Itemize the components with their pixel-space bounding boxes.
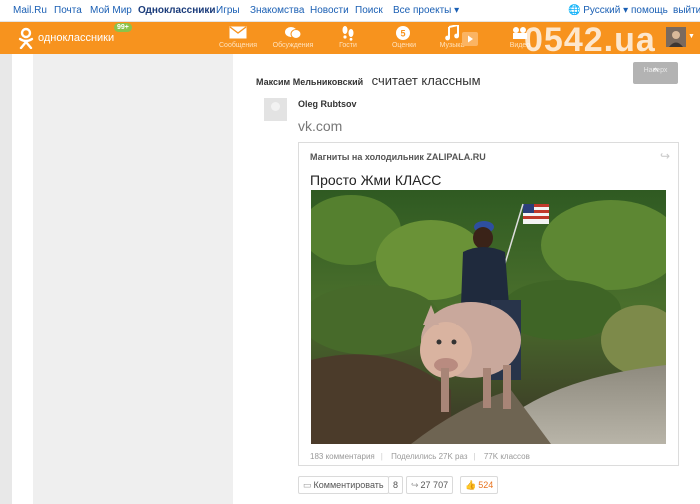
- watermark: 0542.ua: [524, 21, 656, 59]
- left-gutter: [0, 54, 12, 504]
- nav-ratings[interactable]: 5 Оценки: [381, 24, 427, 49]
- comment-count-badge[interactable]: 8: [388, 476, 404, 494]
- nav-discussions[interactable]: Обсуждения: [270, 24, 316, 49]
- help-link[interactable]: помощь: [631, 5, 668, 16]
- search-link[interactable]: Поиск: [355, 5, 383, 16]
- card-stats: 183 комментария | Поделились 27K раз | 77K…: [310, 452, 530, 461]
- nav-messages-label: Сообщения: [219, 42, 257, 49]
- mailru-link[interactable]: Mail.Ru: [13, 5, 47, 16]
- comments-count[interactable]: 183 комментария: [310, 452, 375, 461]
- mailru-top-bar: Mail.Ru Почта Мой Мир Одноклассники Игры…: [0, 0, 700, 22]
- ratings-icon: 5: [381, 24, 427, 41]
- discussions-icon: [270, 24, 316, 41]
- like-button[interactable]: 👍 524: [460, 476, 499, 494]
- share-button[interactable]: ↪ 27 707: [406, 476, 454, 494]
- nav-guests[interactable]: Гости: [325, 24, 371, 49]
- nav-messages[interactable]: Сообщения: [215, 24, 261, 49]
- news-link[interactable]: Новости: [310, 5, 349, 16]
- post-author-link[interactable]: Максим Мельниковский: [256, 77, 363, 87]
- shares-count[interactable]: Поделились 27K раз: [391, 452, 467, 461]
- all-projects-link[interactable]: Все проекты ▾: [393, 5, 459, 16]
- sub-author-link[interactable]: Oleg Rubtsov: [298, 99, 357, 109]
- card-source[interactable]: Магниты на холодильник ZALIPALA.RU: [310, 152, 486, 162]
- nav-ratings-label: Оценки: [391, 42, 417, 49]
- ok-logo[interactable]: одноклассники: [18, 25, 114, 51]
- chevron-down-icon: ▾: [454, 5, 460, 16]
- nav-discussions-label: Обсуждения: [272, 42, 314, 49]
- moi-mir-link[interactable]: Мой Мир: [90, 5, 132, 16]
- games-link[interactable]: Игры: [216, 5, 240, 16]
- likes-count[interactable]: 77K классов: [484, 452, 530, 461]
- avatar-menu-chevron-icon[interactable]: ▼: [688, 33, 695, 40]
- mail-link[interactable]: Почта: [54, 5, 82, 16]
- left-sidebar: [33, 54, 233, 504]
- envelope-icon: [215, 24, 261, 41]
- sub-author-avatar[interactable]: [264, 98, 287, 121]
- share-arrow-icon[interactable]: ↪: [660, 149, 670, 163]
- post-header: Максим Мельниковский считает классным: [256, 72, 481, 90]
- ok-logo-icon: [18, 27, 34, 49]
- card-title[interactable]: Просто Жми КЛАСС: [310, 172, 441, 188]
- nav-guests-label: Гости: [339, 42, 357, 49]
- comment-icon: ▭: [303, 480, 312, 490]
- odnoklassniki-link[interactable]: Одноклассники: [138, 5, 216, 16]
- share-count: 27 707: [420, 480, 449, 490]
- footprints-icon: [325, 24, 371, 41]
- language-selector[interactable]: 🌐 Русский ▾: [568, 5, 628, 16]
- post-domain[interactable]: vk.com: [298, 118, 342, 134]
- shared-link-card[interactable]: Магниты на холодильник ZALIPALA.RU ↪ Про…: [298, 142, 679, 466]
- comment-label: Комментировать: [313, 480, 384, 490]
- post-action-text: считает классным: [371, 73, 481, 88]
- music-play-button[interactable]: [460, 30, 480, 47]
- user-avatar[interactable]: [666, 27, 686, 47]
- svg-text:5: 5: [400, 28, 405, 38]
- all-projects-label: Все проекты: [393, 5, 452, 16]
- scroll-to-top-button[interactable]: Наверх ⌃: [633, 62, 678, 84]
- card-photo[interactable]: [311, 190, 666, 444]
- thumbs-up-icon: 👍: [465, 480, 477, 490]
- language-label: Русский: [583, 5, 621, 16]
- ok-logo-text: одноклассники: [38, 32, 115, 44]
- globe-icon: 🌐: [568, 5, 581, 16]
- comment-count: 8: [393, 480, 399, 490]
- card-photo-image: [311, 190, 666, 444]
- notifications-badge: 99+: [114, 23, 132, 32]
- like-count: 524: [478, 480, 494, 490]
- avatar-image: [666, 27, 686, 47]
- reshare-icon: ↪: [411, 480, 419, 490]
- play-icon: [460, 30, 480, 47]
- logout-link[interactable]: выйти: [673, 5, 700, 16]
- dating-link[interactable]: Знакомства: [250, 5, 304, 16]
- comment-button[interactable]: ▭ Комментировать: [298, 476, 389, 494]
- scroll-to-top-tooltip: Наверх: [643, 67, 668, 74]
